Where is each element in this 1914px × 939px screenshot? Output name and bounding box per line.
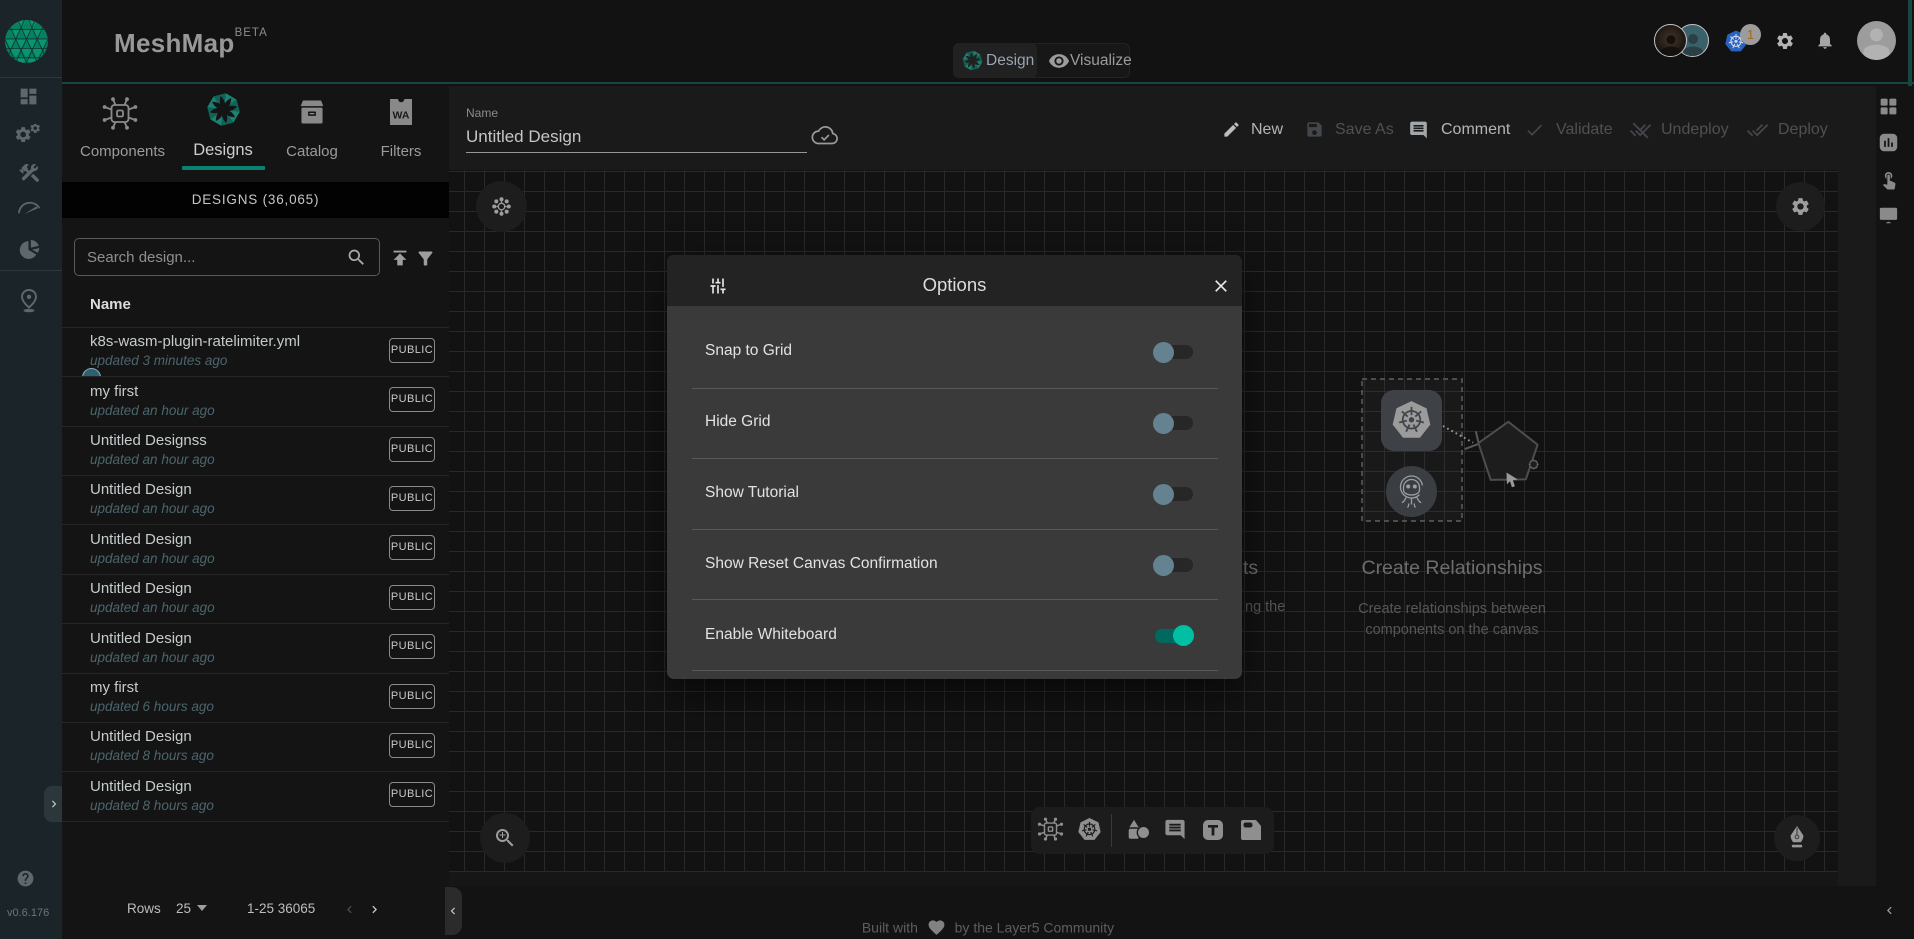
- svg-text:WA: WA: [393, 110, 410, 122]
